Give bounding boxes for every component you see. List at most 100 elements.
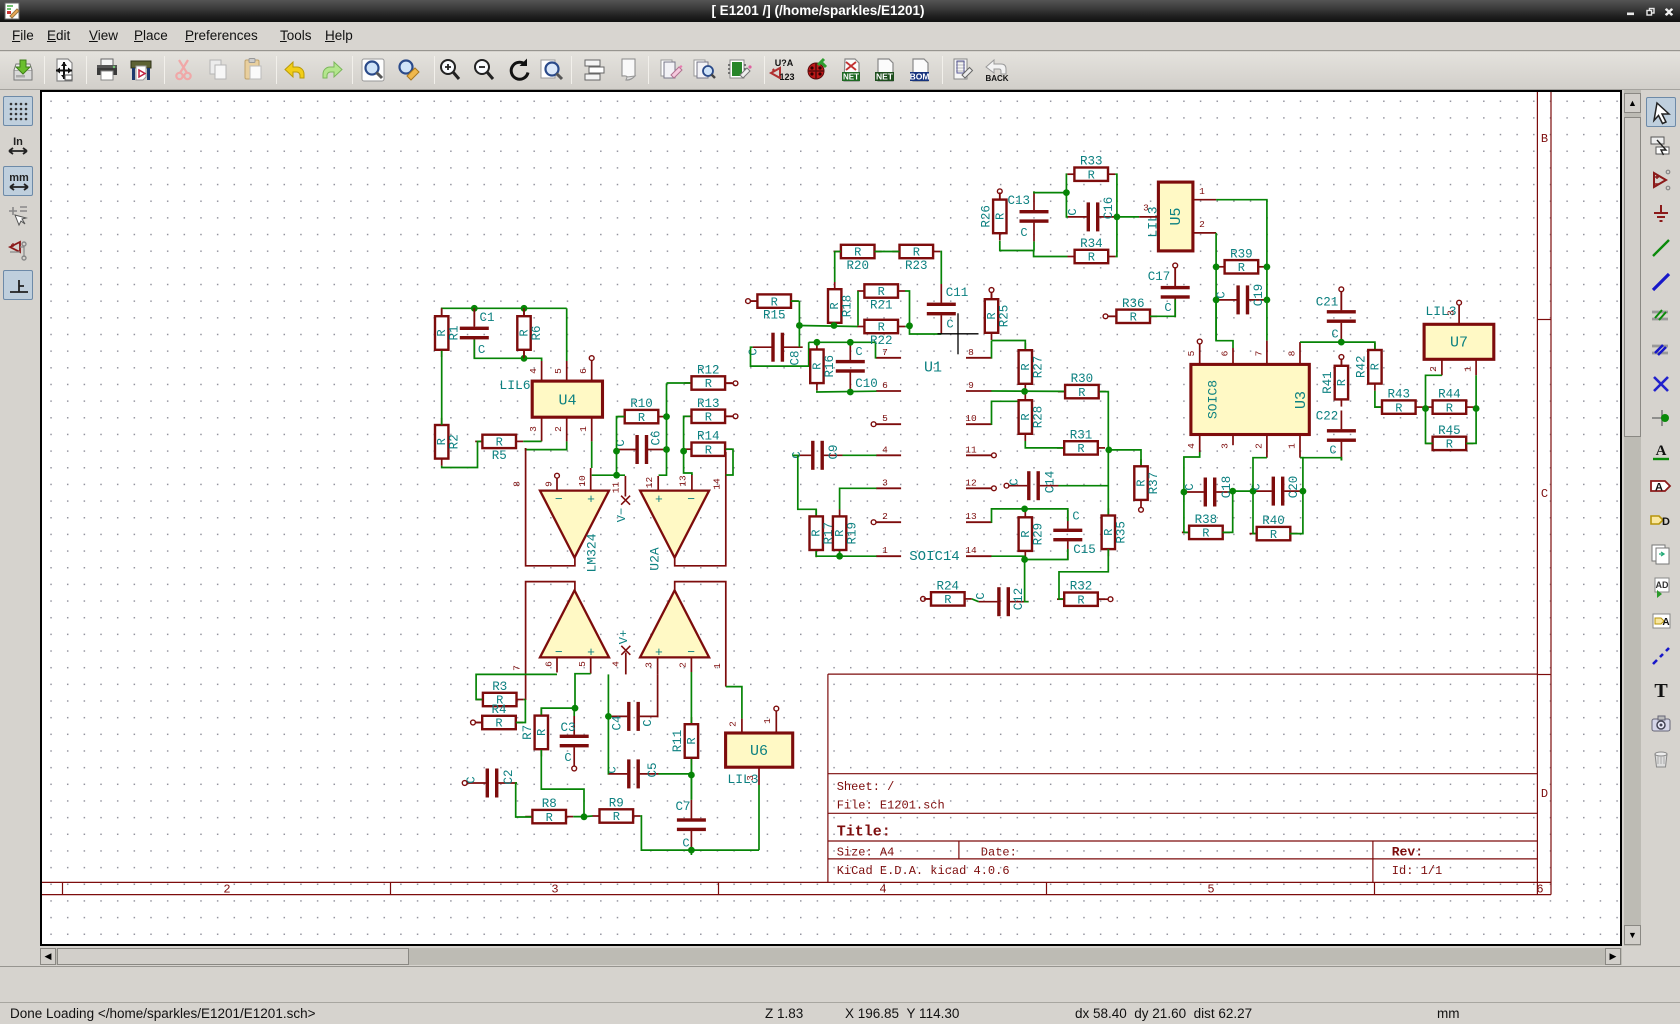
- svg-text:R43: R43: [1388, 388, 1411, 402]
- svg-text:C: C: [747, 348, 761, 355]
- svg-text:C10: C10: [855, 377, 878, 391]
- svg-text:R32: R32: [1070, 580, 1093, 594]
- svg-text:R: R: [546, 811, 553, 825]
- svg-text:A: A: [1662, 617, 1669, 628]
- svg-text:C: C: [855, 345, 862, 359]
- svg-text:9: 9: [544, 481, 555, 487]
- svg-text:R: R: [913, 246, 920, 260]
- svg-text:1: 1: [762, 718, 773, 724]
- svg-text:LM324: LM324: [585, 533, 600, 572]
- svg-text:C19: C19: [1252, 284, 1266, 307]
- svg-text:3: 3: [1143, 203, 1149, 214]
- svg-text:C2: C2: [502, 769, 516, 784]
- svg-text:R20: R20: [846, 259, 869, 273]
- svg-text:C20: C20: [1287, 476, 1301, 499]
- svg-text:U7: U7: [1450, 335, 1468, 352]
- svg-text:R28: R28: [1031, 406, 1045, 429]
- svg-text:R: R: [1077, 442, 1084, 456]
- svg-text:R9: R9: [609, 797, 624, 811]
- svg-text:R: R: [1446, 401, 1453, 415]
- svg-text:6: 6: [1219, 350, 1230, 356]
- svg-text:mm: mm: [9, 172, 29, 184]
- svg-text:C: C: [946, 318, 953, 332]
- svg-text:R40: R40: [1262, 514, 1285, 528]
- svg-text:U6: U6: [750, 743, 768, 760]
- svg-text:R: R: [1130, 311, 1137, 325]
- svg-text:D: D: [1662, 516, 1670, 528]
- svg-text:R25: R25: [998, 305, 1012, 328]
- svg-text:R41: R41: [1321, 371, 1335, 394]
- svg-text:R38: R38: [1195, 513, 1218, 527]
- svg-text:C7: C7: [675, 800, 690, 814]
- svg-text:C17: C17: [1148, 270, 1171, 284]
- svg-text:C22: C22: [1316, 410, 1339, 424]
- svg-text:1: 1: [1286, 443, 1297, 449]
- svg-text:C8: C8: [789, 350, 803, 365]
- svg-text:R30: R30: [1071, 372, 1094, 386]
- svg-text:R4: R4: [491, 703, 506, 717]
- svg-text:U2A: U2A: [648, 547, 663, 571]
- svg-text:R: R: [638, 411, 645, 425]
- svg-text:11: 11: [610, 482, 621, 494]
- svg-text:Sheet: /: Sheet: /: [837, 780, 895, 794]
- svg-text:R: R: [685, 737, 699, 744]
- svg-text:In: In: [13, 136, 23, 148]
- svg-text:R31: R31: [1070, 428, 1093, 442]
- svg-text:R: R: [878, 321, 885, 335]
- svg-text:R33: R33: [1080, 155, 1103, 169]
- svg-text:C: C: [1541, 487, 1548, 501]
- svg-text:D: D: [1541, 787, 1548, 801]
- svg-text:C: C: [478, 343, 485, 357]
- svg-text:1: 1: [712, 663, 723, 669]
- svg-text:R27: R27: [1031, 356, 1045, 379]
- svg-text:6: 6: [544, 661, 555, 667]
- svg-text:C9: C9: [827, 444, 841, 459]
- svg-text:R: R: [705, 443, 712, 457]
- svg-text:C15: C15: [1073, 543, 1096, 557]
- svg-text:NET: NET: [876, 72, 894, 82]
- svg-text:R44: R44: [1438, 388, 1461, 402]
- svg-text:R: R: [1368, 363, 1382, 370]
- svg-text:NET: NET: [843, 73, 859, 82]
- svg-text:R14: R14: [697, 430, 720, 444]
- svg-text:R: R: [1335, 379, 1349, 386]
- svg-text:C: C: [564, 751, 571, 765]
- svg-text:3: 3: [745, 775, 756, 781]
- svg-text:R29: R29: [1031, 523, 1045, 546]
- svg-text:R23: R23: [905, 259, 928, 273]
- svg-text:R24: R24: [937, 579, 960, 593]
- svg-text:R: R: [496, 436, 503, 450]
- svg-text:C3: C3: [560, 721, 575, 735]
- svg-text:R12: R12: [697, 364, 720, 378]
- svg-text:3: 3: [1219, 443, 1230, 449]
- svg-text:R: R: [1238, 261, 1245, 275]
- svg-text:R: R: [535, 729, 549, 736]
- svg-text:R: R: [993, 213, 1007, 220]
- svg-text:11: 11: [965, 444, 977, 455]
- svg-text:4: 4: [1186, 443, 1197, 449]
- svg-text:R35: R35: [1114, 521, 1128, 544]
- svg-text:1: 1: [1462, 366, 1473, 372]
- svg-text:6: 6: [882, 380, 888, 391]
- svg-text:R1: R1: [448, 325, 462, 340]
- svg-text:14: 14: [712, 478, 723, 490]
- svg-text:R: R: [944, 593, 951, 607]
- svg-text:R: R: [613, 810, 620, 824]
- svg-text:R6: R6: [530, 325, 544, 340]
- svg-text:C: C: [1066, 208, 1080, 215]
- svg-text:5: 5: [882, 413, 888, 424]
- svg-text:3: 3: [882, 477, 888, 488]
- svg-text:2: 2: [882, 511, 888, 522]
- svg-text:R26: R26: [979, 205, 993, 228]
- svg-text:R34: R34: [1080, 237, 1103, 251]
- svg-text:C4: C4: [611, 715, 625, 730]
- svg-text:7: 7: [882, 347, 888, 358]
- svg-text:R18: R18: [841, 295, 855, 318]
- svg-text:LIL6: LIL6: [499, 378, 530, 393]
- svg-text:R8: R8: [542, 797, 557, 811]
- svg-text:V−: V−: [615, 508, 629, 522]
- svg-text:1: 1: [578, 426, 589, 432]
- svg-text:R: R: [878, 285, 885, 299]
- svg-text:R: R: [854, 246, 861, 260]
- svg-text:2: 2: [553, 426, 564, 432]
